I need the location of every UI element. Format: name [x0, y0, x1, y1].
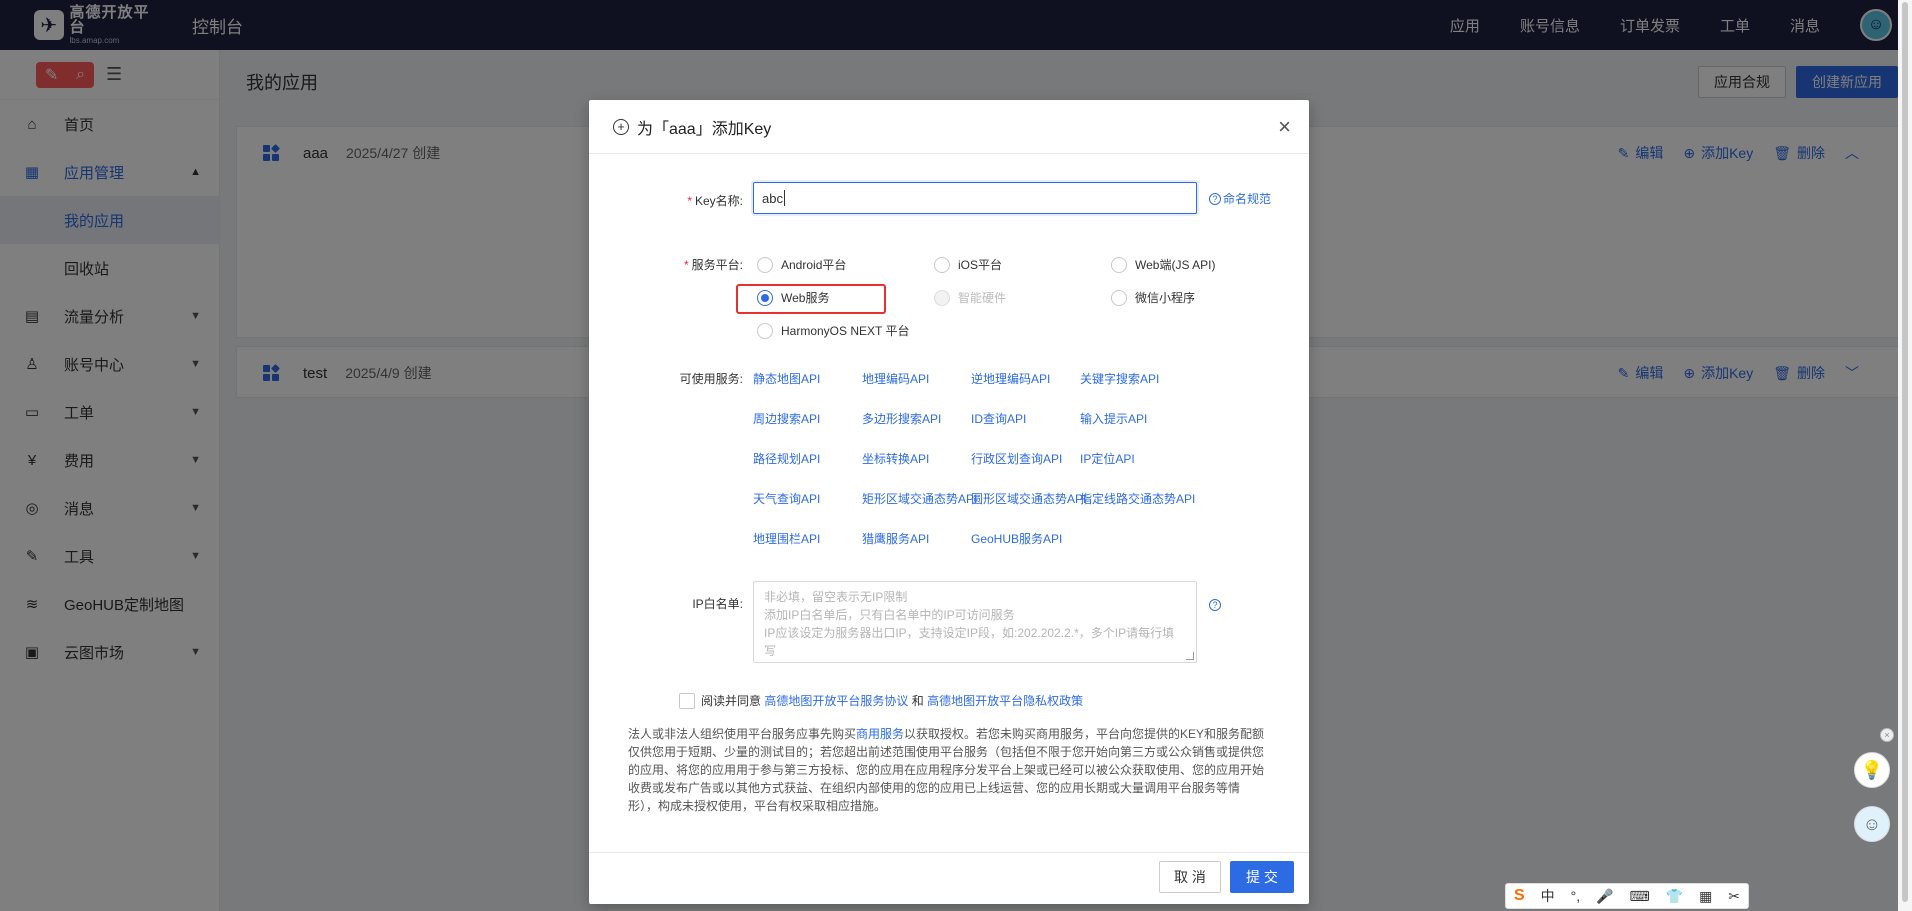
submit-button[interactable]: 提 交: [1230, 861, 1294, 893]
service-link[interactable]: 天气查询API: [753, 490, 820, 507]
cancel-button[interactable]: 取 消: [1159, 861, 1221, 893]
dialog-title: 为「aaa」添加Key: [637, 120, 772, 138]
ip-whitelist-label: IP白名单:: [692, 597, 743, 611]
close-icon[interactable]: ×: [1278, 116, 1291, 138]
service-link[interactable]: 周边搜索API: [753, 410, 820, 427]
resize-handle[interactable]: [1186, 652, 1194, 660]
grid-menu-icon[interactable]: ▦: [1699, 888, 1712, 905]
sogou-logo-icon[interactable]: S: [1514, 887, 1525, 905]
lightbulb-icon[interactable]: 💡: [1854, 752, 1890, 788]
service-link[interactable]: IP定位API: [1080, 450, 1135, 467]
radio-web-js-api[interactable]: Web端(JS API): [1111, 256, 1215, 273]
microphone-icon[interactable]: 🎤: [1596, 888, 1613, 905]
service-link[interactable]: ID查询API: [971, 410, 1026, 427]
platform-label: * 服务平台:: [683, 258, 743, 272]
add-key-dialog: + 为「aaa」添加Key × * Key名称: abc ? 命名规范 * 服务平台…: [589, 100, 1309, 904]
service-link[interactable]: 地理围栏API: [753, 530, 820, 547]
service-link[interactable]: 静态地图API: [753, 370, 820, 387]
key-name-label: * Key名称:: [687, 194, 743, 208]
key-name-input[interactable]: abc: [753, 182, 1197, 214]
service-link[interactable]: 地理编码API: [862, 370, 929, 387]
punctuation-icon[interactable]: °,: [1571, 888, 1581, 904]
radio-wechat-mini-program[interactable]: 微信小程序: [1111, 289, 1195, 306]
service-link[interactable]: 路径规划API: [753, 450, 820, 467]
selection-highlight: [736, 284, 886, 314]
service-link[interactable]: GeoHUB服务API: [971, 530, 1062, 547]
radio-android[interactable]: Android平台: [757, 256, 846, 273]
ip-whitelist-textarea[interactable]: 非必填，留空表示无IP限制 添加IP白名单后，只有白名单中的IP可访问服务 IP…: [753, 581, 1197, 663]
service-link[interactable]: 多边形搜索API: [862, 410, 941, 427]
service-link[interactable]: 猎鹰服务API: [862, 530, 929, 547]
service-link[interactable]: 坐标转换API: [862, 450, 929, 467]
service-link[interactable]: 输入提示API: [1080, 410, 1147, 427]
privacy-policy-link[interactable]: 高德地图开放平台隐私权政策: [927, 692, 1083, 709]
page-scrollbar[interactable]: [1898, 0, 1912, 911]
service-link[interactable]: 逆地理编码API: [971, 370, 1050, 387]
service-agreement-link[interactable]: 高德地图开放平台服务协议: [764, 692, 908, 709]
legal-notice: 法人或非法人组织使用平台服务应事先购买商用服务以获取授权。若您未购买商用服务，平…: [628, 727, 1265, 813]
agree-checkbox[interactable]: [679, 692, 695, 709]
radio-smart-hardware: 智能硬件: [934, 289, 1006, 306]
assistant-avatar-icon[interactable]: ☺: [1854, 806, 1890, 842]
skin-icon[interactable]: 👕: [1666, 888, 1683, 905]
close-icon[interactable]: ×: [1880, 728, 1894, 742]
service-link[interactable]: 矩形区域交通态势API: [862, 490, 977, 507]
help-icon: ?: [1209, 192, 1221, 205]
ip-help-icon[interactable]: ?: [1209, 595, 1223, 611]
tools-icon[interactable]: ✂: [1728, 888, 1740, 905]
radio-ios[interactable]: iOS平台: [934, 256, 1002, 273]
keyboard-icon[interactable]: ⌨: [1629, 888, 1649, 905]
ime-language-toggle[interactable]: 中: [1541, 886, 1555, 906]
service-link[interactable]: 行政区划查询API: [971, 450, 1062, 467]
naming-rules-link[interactable]: ? 命名规范: [1209, 190, 1271, 207]
radio-harmonyos-next[interactable]: HarmonyOS NEXT 平台: [757, 322, 909, 339]
services-label: 可使用服务:: [679, 372, 743, 386]
service-link[interactable]: 指定线路交通态势API: [1080, 490, 1195, 507]
ime-toolbar: S 中 °, 🎤 ⌨ 👕 ▦ ✂: [1505, 883, 1749, 909]
plus-circle-icon: +: [613, 118, 629, 135]
commercial-service-link[interactable]: 商用服务: [856, 727, 904, 741]
service-link[interactable]: 关键字搜索API: [1080, 370, 1159, 387]
agreement-row: 阅读并同意 高德地图开放平台服务协议 和 高德地图开放平台隐私权政策: [679, 692, 1083, 709]
dialog-footer: 取 消 提 交: [589, 852, 1309, 904]
service-link[interactable]: 圆形区域交通态势API: [971, 490, 1086, 507]
